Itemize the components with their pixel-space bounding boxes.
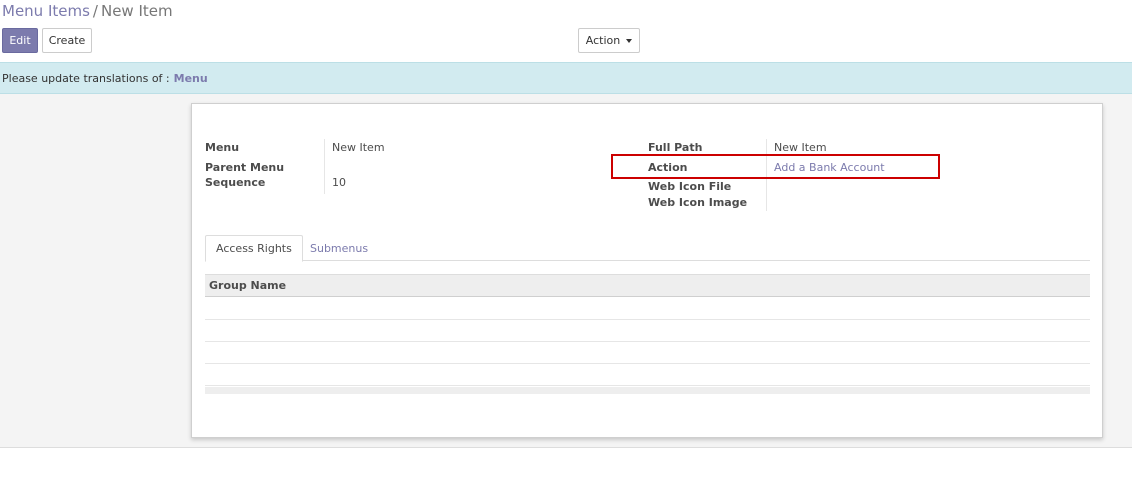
action-dropdown-button[interactable]: Action — [578, 28, 640, 53]
left-group-divider — [324, 139, 325, 194]
create-button[interactable]: Create — [42, 28, 92, 53]
table-header: Group Name — [205, 274, 1090, 297]
action-field-label: Action — [648, 161, 688, 174]
web-icon-file-label: Web Icon File — [648, 180, 732, 193]
sequence-label: Sequence — [205, 176, 266, 189]
breadcrumb-separator: / — [92, 2, 98, 20]
table-row[interactable] — [205, 298, 1090, 320]
menu-label: Menu — [205, 141, 240, 154]
control-panel: Menu Items / New Item Edit Create Action — [0, 0, 1132, 62]
action-dropdown-label: Action — [585, 34, 621, 47]
action-value-link[interactable]: Add a Bank Account — [774, 161, 885, 174]
edit-button[interactable]: Edit — [2, 28, 38, 53]
web-icon-image-label: Web Icon Image — [648, 196, 748, 209]
menu-value[interactable]: New Item — [332, 141, 385, 154]
tab-submenus[interactable]: Submenus — [300, 235, 378, 261]
caret-down-icon — [626, 38, 633, 43]
breadcrumb: Menu Items / New Item — [2, 2, 173, 20]
right-group-divider — [766, 139, 767, 211]
sequence-value[interactable]: 10 — [332, 176, 346, 189]
tab-access-rights[interactable]: Access Rights — [205, 235, 303, 262]
table-row[interactable] — [205, 320, 1090, 342]
alert-menu-link[interactable]: Menu — [174, 72, 208, 85]
alert-message: Please update translations of : — [2, 71, 170, 85]
full-path-label: Full Path — [648, 141, 703, 154]
table-row[interactable] — [205, 342, 1090, 364]
notebook-tabs: Access Rights Submenus — [205, 235, 1090, 262]
table-footer — [205, 387, 1090, 394]
table-row[interactable] — [205, 364, 1090, 386]
parent-menu-label: Parent Menu — [205, 161, 285, 174]
translation-alert: Please update translations of : Menu — [0, 62, 1132, 94]
column-group-name[interactable]: Group Name — [209, 279, 286, 292]
breadcrumb-current: New Item — [100, 2, 173, 20]
breadcrumb-menu-items-link[interactable]: Menu Items — [2, 2, 90, 20]
full-path-value: New Item — [774, 141, 827, 154]
